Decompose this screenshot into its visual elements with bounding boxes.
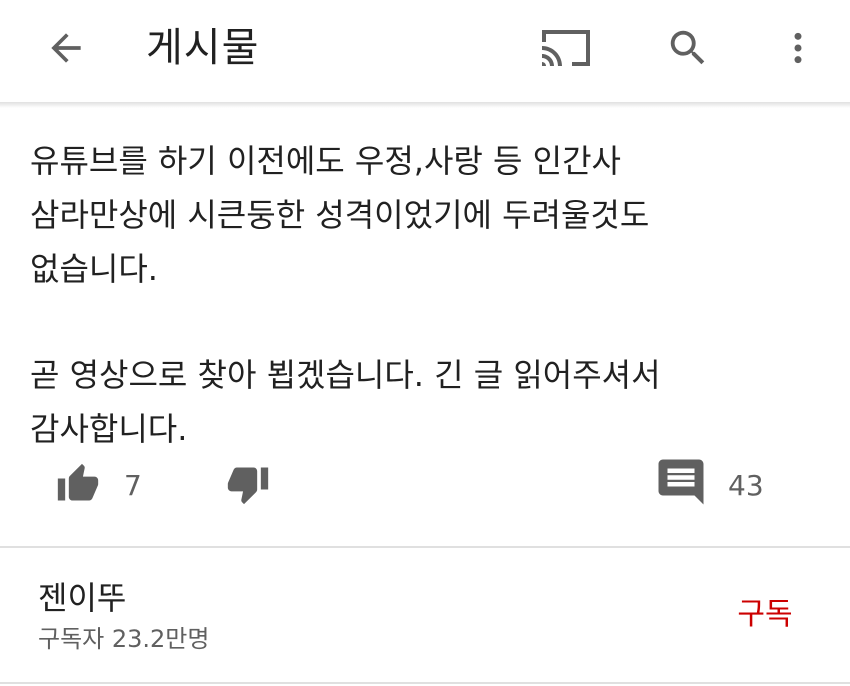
cast-icon bbox=[542, 30, 590, 66]
comment-button[interactable] bbox=[650, 452, 712, 512]
back-button[interactable] bbox=[34, 16, 98, 80]
top-app-bar: 게시물 bbox=[0, 0, 850, 102]
post-text-line: 유튜브를 하기 이전에도 우정,사랑 등 인간사 bbox=[30, 142, 621, 180]
bottom-divider bbox=[0, 682, 850, 684]
post-text-line: 삼라만상에 시큰둥한 성격이었기에 두려울것도 bbox=[30, 196, 650, 234]
dislike-button[interactable] bbox=[222, 458, 274, 510]
subscriber-count: 구독자 23.2만명 bbox=[38, 625, 210, 653]
search-button[interactable] bbox=[656, 16, 720, 80]
comment-icon bbox=[658, 459, 704, 505]
subscribe-button[interactable]: 구독 bbox=[720, 592, 810, 638]
search-icon bbox=[670, 30, 705, 65]
channel-name[interactable]: 젠이뚜 bbox=[38, 576, 126, 620]
thumb-down-icon bbox=[227, 467, 269, 505]
back-arrow-icon bbox=[51, 33, 81, 63]
page-title: 게시물 bbox=[146, 25, 260, 71]
post-text: 유튜브를 하기 이전에도 우정,사랑 등 인간사 삼라만상에 시큰둥한 성격이었… bbox=[30, 134, 820, 456]
post-text-line: 없습니다. bbox=[30, 250, 158, 288]
more-vert-icon bbox=[794, 32, 802, 64]
like-button[interactable] bbox=[52, 458, 104, 510]
post-actions: 7 43 bbox=[0, 452, 850, 516]
app-window: 게시물 유튜브를 하기 이전에도 우정,사랑 등 인간사 삼라만상에 시큰둥한 … bbox=[0, 0, 850, 686]
app-bar-shadow bbox=[0, 102, 850, 108]
channel-info[interactable]: 젠이뚜 구독자 23.2만명 구독 bbox=[0, 548, 850, 686]
like-count: 7 bbox=[124, 469, 142, 502]
post-text-line: 감사합니다. bbox=[30, 410, 188, 448]
cast-button[interactable] bbox=[534, 16, 598, 80]
more-options-button[interactable] bbox=[766, 16, 830, 80]
thumb-up-icon bbox=[57, 463, 99, 501]
comment-count: 43 bbox=[728, 469, 764, 502]
post-text-line: 곧 영상으로 찾아 뵙겠습니다. 긴 글 읽어주셔서 bbox=[30, 356, 661, 394]
